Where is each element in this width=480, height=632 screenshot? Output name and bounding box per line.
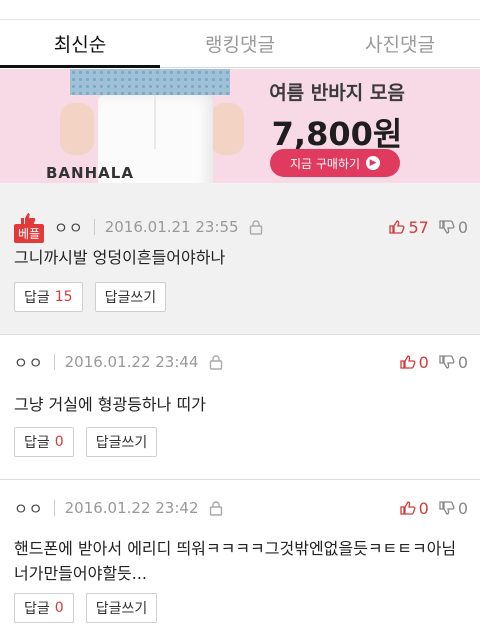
reply-list-button[interactable]: 답글 15 xyxy=(14,282,83,312)
reply-list-button[interactable]: 답글 0 xyxy=(14,427,74,457)
vote-group: 0 0 xyxy=(399,348,468,376)
comment-author[interactable]: ㅇㅇ xyxy=(14,352,44,373)
vote-group: 0 0 xyxy=(399,494,468,522)
banner-buy-button[interactable]: 지금 구매하기 ▶ xyxy=(270,149,400,177)
lock-icon[interactable] xyxy=(209,354,223,370)
upvote-button[interactable]: 57 xyxy=(389,217,429,237)
downvote-count: 0 xyxy=(457,352,468,372)
reply-label: 답글 xyxy=(24,435,50,451)
reply-count: 0 xyxy=(54,434,64,450)
top-divider xyxy=(0,0,480,20)
vote-group: 57 0 xyxy=(389,213,468,241)
write-reply-button[interactable]: 답글쓰기 xyxy=(85,593,158,623)
comment-meta: ㅇㅇ 2016.01.22 23:44 xyxy=(14,348,223,376)
meta-divider xyxy=(93,219,95,235)
upvote-count: 0 xyxy=(418,352,429,372)
comment-text: 그냥 거실에 형광등하나 띠가 xyxy=(14,395,206,414)
write-reply-label: 답글쓰기 xyxy=(95,435,148,451)
tab-label: 랭킹댓글 xyxy=(205,34,275,56)
reply-label: 답글 xyxy=(24,601,50,617)
downvote-count: 0 xyxy=(457,217,468,237)
comment-meta: 베플 ㅇㅇ 2016.01.21 23:55 xyxy=(14,212,263,243)
banner-hand-image xyxy=(60,103,94,155)
comment-item-best: 베플 ㅇㅇ 2016.01.21 23:55 57 0 그니까시발 엉덩이흔들어… xyxy=(0,183,480,335)
upvote-button[interactable]: 0 xyxy=(399,498,429,518)
comment-actions: 답글 0 답글쓰기 xyxy=(14,427,158,457)
best-badge: 베플 xyxy=(14,212,45,243)
thumb-up-icon xyxy=(399,355,416,369)
tab-ranking[interactable]: 랭킹댓글 xyxy=(160,20,320,67)
upvote-button[interactable]: 0 xyxy=(399,352,429,372)
comment-item: ㅇㅇ 2016.01.22 23:44 0 0 그냥 거실에 형광등하나 띠가 … xyxy=(0,335,480,480)
tab-photo[interactable]: 사진댓글 xyxy=(320,20,480,67)
thumb-up-icon xyxy=(389,220,405,234)
lock-icon[interactable] xyxy=(209,500,223,516)
meta-divider xyxy=(53,354,55,370)
banner-hand-image xyxy=(210,103,244,155)
comment-date: 2016.01.21 23:55 xyxy=(104,218,239,236)
comment-text: 그니까시발 엉덩이흔들어야하나 xyxy=(14,248,226,267)
tab-latest[interactable]: 최신순 xyxy=(0,20,160,68)
banner-brand: BANHALA xyxy=(46,164,134,182)
banner-title: 여름 반바지 모음 xyxy=(269,82,405,104)
banner-buy-label: 지금 구매하기 xyxy=(289,156,361,171)
reply-list-button[interactable]: 답글 0 xyxy=(14,593,74,623)
write-reply-button[interactable]: 답글쓰기 xyxy=(85,427,158,457)
sort-tabs: 최신순 랭킹댓글 사진댓글 xyxy=(0,20,480,68)
tab-label: 사진댓글 xyxy=(365,34,435,56)
meta-divider xyxy=(53,500,55,516)
comment-author[interactable]: ㅇㅇ xyxy=(14,498,44,519)
reply-count: 15 xyxy=(54,289,73,305)
write-reply-label: 답글쓰기 xyxy=(104,290,157,306)
thumb-down-icon xyxy=(439,220,455,234)
reply-label: 답글 xyxy=(24,290,50,306)
write-reply-label: 답글쓰기 xyxy=(95,601,148,617)
comment-meta: ㅇㅇ 2016.01.22 23:42 xyxy=(14,494,223,522)
lock-icon[interactable] xyxy=(249,219,263,235)
write-reply-button[interactable]: 답글쓰기 xyxy=(94,282,167,312)
thumb-down-icon xyxy=(439,501,455,515)
downvote-button[interactable]: 0 xyxy=(439,353,468,372)
ad-banner[interactable]: BANHALA 여름 반바지 모음 7,800원 지금 구매하기 ▶ xyxy=(0,69,480,183)
banner-shirt-image xyxy=(70,69,230,95)
downvote-button[interactable]: 0 xyxy=(439,218,468,237)
comment-item: ㅇㅇ 2016.01.22 23:42 0 0 핸드폰에 받아서 에리디 띄워ㅋ… xyxy=(0,480,480,632)
comment-actions: 답글 15 답글쓰기 xyxy=(14,282,167,312)
downvote-count: 0 xyxy=(457,498,468,518)
thumb-up-icon xyxy=(399,501,416,515)
reply-count: 0 xyxy=(54,600,64,616)
comment-date: 2016.01.22 23:42 xyxy=(64,499,199,517)
upvote-count: 0 xyxy=(418,498,429,518)
tab-label: 최신순 xyxy=(53,34,107,56)
comment-text: 핸드폰에 받아서 에리디 띄워ㅋㅋㅋㅋ그것밖엔없을듯ㅋㅌㅌㅋ아님너가만들어야할듯… xyxy=(14,539,457,583)
chevron-right-icon: ▶ xyxy=(366,156,381,170)
upvote-count: 57 xyxy=(408,217,429,237)
best-badge-label: 베플 xyxy=(14,223,45,243)
comment-author[interactable]: ㅇㅇ xyxy=(54,217,84,238)
downvote-button[interactable]: 0 xyxy=(439,499,468,518)
comment-actions: 답글 0 답글쓰기 xyxy=(14,593,158,623)
thumb-down-icon xyxy=(439,355,455,369)
comment-date: 2016.01.22 23:44 xyxy=(64,353,199,371)
